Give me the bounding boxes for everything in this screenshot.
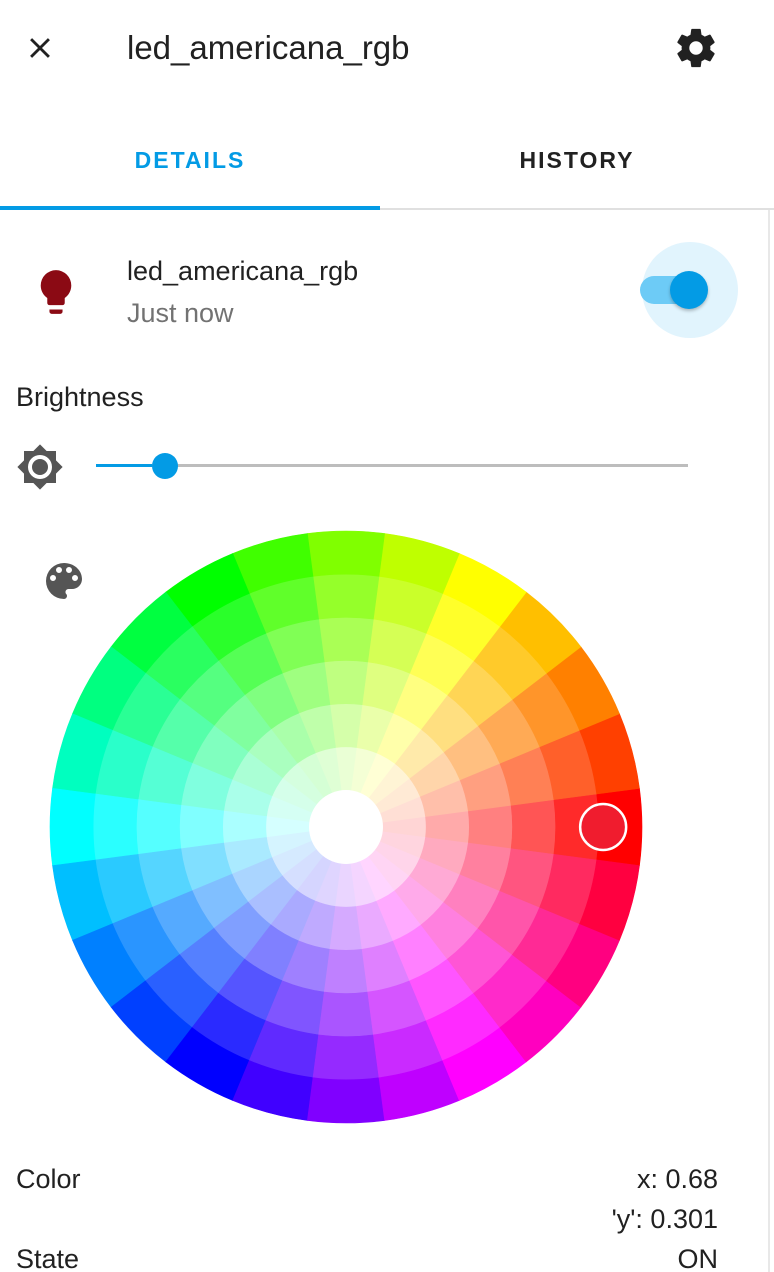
brightness-icon	[16, 443, 64, 491]
close-button[interactable]	[16, 24, 64, 72]
color-wheel-segment[interactable]	[179, 804, 225, 850]
brightness-label: Brightness	[16, 382, 144, 412]
attribute-value-color-y: 'y': 0.301	[611, 1204, 718, 1234]
color-wheel-segment[interactable]	[307, 530, 385, 577]
scrollbar-track	[768, 210, 770, 1272]
color-wheel-segment[interactable]	[323, 948, 369, 994]
gear-icon	[677, 28, 715, 68]
tab-bar: DETAILS HISTORY	[0, 112, 774, 210]
color-wheel-segment[interactable]	[318, 991, 374, 1037]
entity-name: led_americana_rgb	[127, 256, 359, 286]
color-wheel-marker[interactable]	[578, 802, 628, 852]
dialog-header: led_americana_rgb	[0, 0, 774, 100]
color-wheel-segment[interactable]	[312, 1034, 380, 1081]
lightbulb-icon	[36, 268, 76, 316]
attribute-label-state: State	[16, 1244, 80, 1272]
color-wheel-segment[interactable]	[318, 617, 374, 663]
tab-details[interactable]: DETAILS	[0, 112, 380, 208]
attribute-label-color: Color	[16, 1164, 81, 1194]
settings-button[interactable]	[670, 22, 722, 74]
tab-history[interactable]: HISTORY	[380, 112, 774, 208]
toggle-thumb	[670, 271, 708, 309]
color-wheel-segment[interactable]	[323, 660, 369, 706]
color-wheel[interactable]	[48, 529, 644, 1125]
dialog-title: led_americana_rgb	[127, 29, 410, 66]
color-wheel-segment[interactable]	[136, 799, 182, 855]
color-wheel-segment[interactable]	[312, 573, 380, 620]
slider-thumb[interactable]	[152, 453, 178, 479]
attribute-value-color-x: x: 0.68	[636, 1164, 718, 1194]
brightness-slider[interactable]	[96, 446, 690, 486]
color-wheel-segment[interactable]	[467, 804, 513, 850]
color-wheel-segment[interactable]	[49, 788, 96, 866]
last-changed: Just now	[127, 298, 234, 328]
color-wheel-segment[interactable]	[510, 799, 556, 855]
more-info-dialog: led_americana_rgb DETAILS HISTORY led_am…	[0, 0, 774, 1272]
attribute-value-state: ON	[677, 1244, 719, 1272]
slider-rail	[96, 464, 688, 467]
active-tab-indicator	[0, 206, 380, 210]
color-wheel-center[interactable]	[309, 790, 383, 864]
color-wheel-segment[interactable]	[307, 1077, 385, 1124]
color-wheel-segment[interactable]	[92, 793, 139, 861]
close-icon	[30, 38, 50, 58]
power-toggle[interactable]	[640, 242, 738, 338]
slider-fill	[96, 464, 152, 467]
